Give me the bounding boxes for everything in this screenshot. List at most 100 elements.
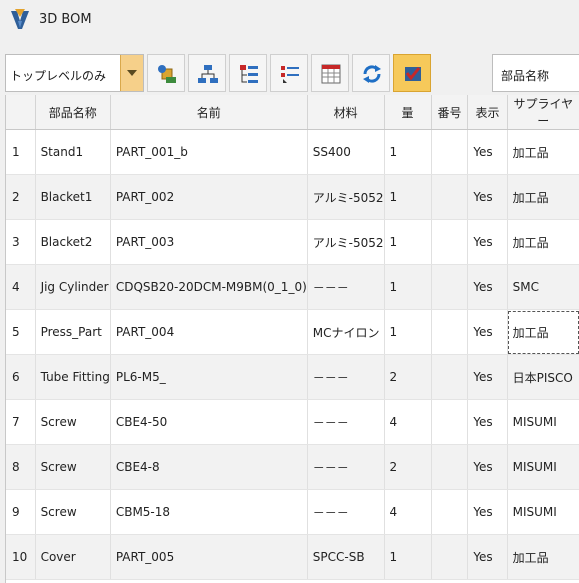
table-cell[interactable]: PART_001_b [110, 129, 308, 175]
table-cell[interactable]: CBE4-50 [110, 399, 308, 445]
table-cell[interactable]: PART_005 [110, 534, 308, 580]
table-cell[interactable] [431, 399, 469, 445]
table-cell[interactable]: 6 [6, 354, 36, 400]
table-cell[interactable]: 1 [384, 534, 432, 580]
table-cell[interactable]: Yes [467, 399, 508, 445]
table-cell[interactable]: －－－ [307, 354, 385, 400]
table-row[interactable]: 5 Press_Part PART_004 MCナイロン 1 Yes 加工品 [6, 309, 579, 355]
table-cell[interactable]: Cover [35, 534, 111, 580]
table-cell[interactable] [431, 309, 469, 355]
table-cell[interactable]: 加工品 [507, 309, 579, 355]
table-cell[interactable]: 2 [6, 174, 36, 220]
table-cell[interactable]: 1 [6, 129, 36, 175]
table-cell[interactable]: MISUMI [507, 489, 579, 535]
numbering-button[interactable] [270, 54, 308, 92]
table-row[interactable]: 4 Jig Cylinder CDQSB20-20DCM-M9BM(0_1_0) －－… [6, 264, 579, 310]
table-cell[interactable]: Yes [467, 354, 508, 400]
table-cell[interactable]: 1 [384, 129, 432, 175]
table-cell[interactable] [431, 174, 469, 220]
table-cell[interactable] [431, 534, 469, 580]
table-cell[interactable]: Yes [467, 534, 508, 580]
table-cell[interactable]: Yes [467, 309, 508, 355]
table-row[interactable]: 8 Screw CBE4-8 －－－ 2 Yes MISUMI [6, 444, 579, 490]
table-row[interactable]: 1 Stand1 PART_001_b SS400 1 Yes 加工品 [6, 129, 579, 175]
table-row[interactable]: 10 Cover PART_005 SPCC-SB 1 Yes 加工品 [6, 534, 579, 580]
table-cell[interactable] [431, 129, 469, 175]
table-cell[interactable]: Stand1 [35, 129, 111, 175]
table-cell[interactable]: Yes [467, 219, 508, 265]
table-cell[interactable]: 1 [384, 309, 432, 355]
refresh-button[interactable] [352, 54, 390, 92]
table-cell[interactable]: 2 [384, 444, 432, 490]
table-cell[interactable]: 4 [384, 489, 432, 535]
table-row[interactable]: 3 Blacket2 PART_003 アルミ-5052 1 Yes 加工品 [6, 219, 579, 265]
table-cell[interactable]: 1 [384, 264, 432, 310]
table-cell[interactable]: CBE4-8 [110, 444, 308, 490]
table-cell[interactable]: 加工品 [507, 219, 579, 265]
table-cell[interactable]: Yes [467, 444, 508, 490]
table-cell[interactable]: －－－ [307, 399, 385, 445]
search-field[interactable]: 部品名称 [492, 54, 579, 92]
table-cell[interactable] [431, 264, 469, 310]
table-cell[interactable]: 2 [384, 354, 432, 400]
table-cell[interactable]: 1 [384, 174, 432, 220]
table-cell[interactable]: PART_003 [110, 219, 308, 265]
column-header[interactable]: 部品名称 [35, 95, 111, 130]
checklist-button[interactable] [229, 54, 267, 92]
table-row[interactable]: 6 Tube Fitting PL6-M5_ －－－ 2 Yes 日本PISCO [6, 354, 579, 400]
table-cell[interactable]: －－－ [307, 264, 385, 310]
add-part-button[interactable] [147, 54, 185, 92]
table-cell[interactable]: 1 [384, 219, 432, 265]
table-cell[interactable] [431, 489, 469, 535]
table-cell[interactable]: Press_Part [35, 309, 111, 355]
column-header[interactable] [6, 95, 36, 130]
table-row[interactable]: 9 Screw CBM5-18 －－－ 4 Yes MISUMI [6, 489, 579, 535]
column-header[interactable]: 表示 [467, 95, 508, 130]
table-cell[interactable] [431, 444, 469, 490]
table-cell[interactable]: PL6-M5_ [110, 354, 308, 400]
spreadsheet-button[interactable] [311, 54, 349, 92]
table-cell[interactable]: 加工品 [507, 534, 579, 580]
column-header[interactable]: 名前 [110, 95, 308, 130]
table-cell[interactable]: Screw [35, 399, 111, 445]
table-cell[interactable]: －－－ [307, 444, 385, 490]
table-cell[interactable]: 加工品 [507, 174, 579, 220]
table-cell[interactable]: CDQSB20-20DCM-M9BM(0_1_0) [110, 264, 308, 310]
table-cell[interactable]: CBM5-18 [110, 489, 308, 535]
table-cell[interactable]: 10 [6, 534, 36, 580]
column-header[interactable]: サプライヤー [507, 95, 579, 130]
view-model-button[interactable] [393, 54, 431, 92]
table-cell[interactable]: Screw [35, 489, 111, 535]
table-cell[interactable]: Yes [467, 174, 508, 220]
table-cell[interactable]: MISUMI [507, 399, 579, 445]
filter-dropdown[interactable]: トップレベルのみ [5, 54, 144, 92]
table-cell[interactable]: Blacket1 [35, 174, 111, 220]
table-cell[interactable]: PART_004 [110, 309, 308, 355]
table-cell[interactable]: 9 [6, 489, 36, 535]
tree-structure-button[interactable] [188, 54, 226, 92]
table-cell[interactable] [431, 219, 469, 265]
table-cell[interactable]: アルミ-5052 [307, 219, 385, 265]
table-cell[interactable]: 4 [6, 264, 36, 310]
table-cell[interactable]: Yes [467, 264, 508, 310]
table-cell[interactable]: MCナイロン [307, 309, 385, 355]
column-header[interactable]: 番号 [431, 95, 469, 130]
table-cell[interactable]: SS400 [307, 129, 385, 175]
table-row[interactable]: 2 Blacket1 PART_002 アルミ-5052 1 Yes 加工品 [6, 174, 579, 220]
table-cell[interactable] [431, 354, 469, 400]
table-cell[interactable]: Yes [467, 489, 508, 535]
column-header[interactable]: 材料 [307, 95, 385, 130]
table-cell[interactable]: 4 [384, 399, 432, 445]
table-row[interactable]: 7 Screw CBE4-50 －－－ 4 Yes MISUMI [6, 399, 579, 445]
table-cell[interactable]: SMC [507, 264, 579, 310]
table-cell[interactable]: Jig Cylinder [35, 264, 111, 310]
table-cell[interactable]: アルミ-5052 [307, 174, 385, 220]
table-cell[interactable]: 加工品 [507, 129, 579, 175]
table-cell[interactable]: Blacket2 [35, 219, 111, 265]
table-cell[interactable]: 3 [6, 219, 36, 265]
table-cell[interactable]: 日本PISCO [507, 354, 579, 400]
chevron-down-icon[interactable] [120, 55, 143, 91]
column-header[interactable]: 量 [384, 95, 432, 130]
table-cell[interactable]: MISUMI [507, 444, 579, 490]
table-cell[interactable]: 7 [6, 399, 36, 445]
